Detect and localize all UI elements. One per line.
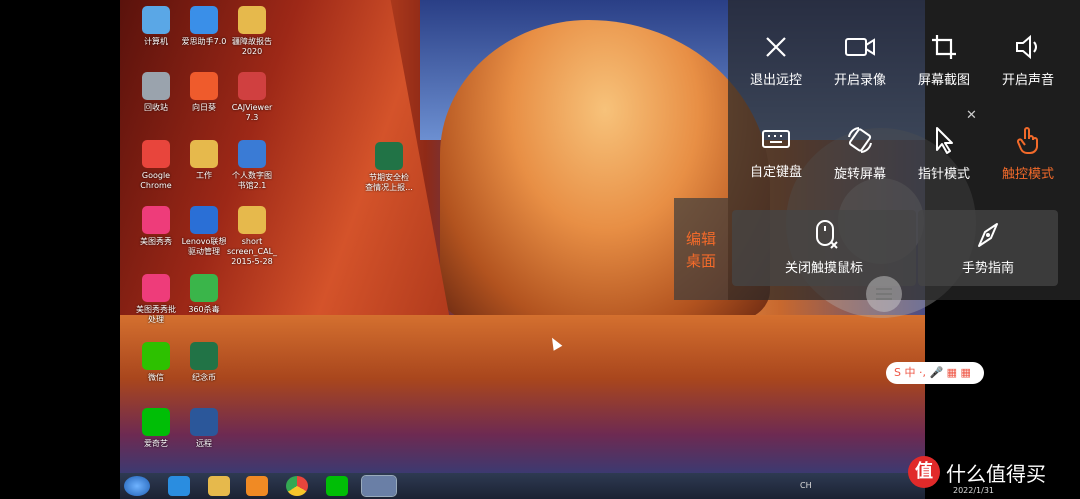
taskbar-explorer-icon[interactable]: [208, 476, 230, 496]
video-camera-icon: [845, 38, 875, 56]
desktop-icon[interactable]: 远程: [176, 408, 232, 449]
compass-icon: [978, 223, 998, 247]
app-icon: [190, 140, 218, 168]
desktop-icon-label: 360杀毒: [188, 305, 220, 314]
desktop-icon-label: Google Chrome: [140, 171, 172, 190]
app-icon: [238, 140, 266, 168]
taskbar: CH: [120, 473, 925, 499]
screenshot-button[interactable]: 屏幕截图: [904, 33, 984, 88]
crop-icon: [932, 35, 956, 59]
desktop-icon[interactable]: short screen_CAL_ 2015-5-28: [224, 206, 280, 267]
app-icon: [190, 274, 218, 302]
desktop-icon-label: 工作: [196, 171, 212, 180]
start-recording-button[interactable]: 开启录像: [820, 33, 900, 88]
smzdm-watermark: 值 什么值得买: [908, 456, 1046, 488]
sogou-ime-toolbar[interactable]: S 中 ·, 🎤 ▦ ▦: [886, 362, 984, 384]
speaker-icon: [1016, 34, 1037, 60]
app-icon: [142, 140, 170, 168]
app-icon: [190, 408, 218, 436]
menu-label: 触控模式: [1001, 167, 1054, 182]
keyboard-icon: [762, 130, 790, 148]
desktop-icon-label: 美图秀秀: [140, 237, 172, 246]
rotate-icon: [848, 127, 872, 153]
custom-keyboard-button[interactable]: 自定键盘: [736, 125, 816, 180]
desktop-file-xls[interactable]: 节期安全检 查情况上报...: [358, 142, 420, 193]
mouse-disabled-icon: [816, 220, 838, 249]
desktop-icon-label: Lenovo联想 驱动管理: [181, 237, 227, 256]
taskbar-remote-icon[interactable]: [361, 475, 397, 497]
gesture-guide-card[interactable]: 手势指南: [918, 210, 1058, 286]
app-icon: [142, 206, 170, 234]
desktop-icon-label: short screen_CAL_ 2015-5-28: [226, 237, 278, 266]
menu-label: 自定键盘: [749, 165, 802, 180]
touch-mode-button[interactable]: 触控模式: [988, 125, 1068, 182]
enable-sound-button[interactable]: 开启声音: [988, 33, 1068, 88]
wallpaper-reflection: [120, 315, 925, 475]
edit-desktop-label: 编辑 桌面: [685, 230, 716, 270]
smzdm-logo: 值: [908, 456, 940, 488]
desktop-icon-label: 纪念币: [192, 373, 216, 382]
disable-touch-mouse-card[interactable]: 关闭触摸鼠标: [732, 210, 916, 286]
desktop-icon-label: 向日葵: [192, 103, 216, 112]
start-button[interactable]: [124, 476, 150, 496]
taskbar-chrome-icon[interactable]: [286, 476, 308, 496]
desktop-icon-label: 爱奇艺: [144, 439, 168, 448]
app-icon: [238, 72, 266, 100]
pointer-mode-button[interactable]: 指针模式: [904, 125, 984, 182]
taskbar-date: 2022/1/31: [953, 486, 995, 495]
desktop-icon-label: 爱思助手7.0: [181, 37, 227, 46]
taskbar-media-icon[interactable]: [246, 476, 268, 496]
app-icon: [190, 6, 218, 34]
desktop-icon-label: CAJViewer 7.3: [231, 103, 273, 122]
desktop-icon[interactable]: CAJViewer 7.3: [224, 72, 280, 123]
app-icon: [238, 6, 266, 34]
desktop-icon-label: 美图秀秀批 处理: [136, 305, 176, 324]
card-label: 手势指南: [961, 261, 1014, 276]
menu-handle-icon[interactable]: [866, 276, 902, 312]
edit-desktop-button[interactable]: 编辑 桌面: [674, 198, 728, 300]
pointer-icon: [936, 127, 953, 154]
app-icon: [190, 72, 218, 100]
desktop-icon-label: 微信: [148, 373, 164, 382]
desktop-icon-label: 疆障故报告 2020: [232, 37, 272, 56]
app-icon: [142, 6, 170, 34]
desktop-icon-label: 回收站: [144, 103, 168, 112]
sogou-ime-text: S 中 ·, 🎤 ▦ ▦: [894, 366, 971, 379]
close-icon: [766, 37, 786, 57]
hand-tap-icon: [1016, 127, 1038, 155]
app-icon: [142, 274, 170, 302]
desktop-icon-label: 计算机: [144, 37, 168, 46]
app-icon: [142, 342, 170, 370]
excel-icon: [375, 142, 403, 170]
desktop-icon-label: 个人数字图 书馆2.1: [232, 171, 272, 190]
app-icon: [142, 72, 170, 100]
app-icon: [238, 206, 266, 234]
exit-remote-button[interactable]: 退出远控: [736, 33, 816, 88]
desktop-file-label: 节期安全检 查情况上报...: [365, 173, 413, 192]
tray-language[interactable]: CH: [800, 481, 812, 490]
desktop-icon[interactable]: 个人数字图 书馆2.1: [224, 140, 280, 191]
app-icon: [190, 206, 218, 234]
menu-label: 旋转屏幕: [833, 167, 886, 182]
menu-label: 开启声音: [1001, 73, 1054, 88]
desktop-icon[interactable]: 360杀毒: [176, 274, 232, 315]
app-icon: [190, 342, 218, 370]
menu-label: 指针模式: [917, 167, 970, 182]
menu-label: 开启录像: [833, 73, 886, 88]
desktop-icon-label: 远程: [196, 439, 212, 448]
card-label: 关闭触摸鼠标: [784, 261, 863, 276]
rotate-screen-button[interactable]: 旋转屏幕: [820, 125, 900, 182]
menu-label: 退出远控: [749, 73, 802, 88]
smzdm-text: 什么值得买: [946, 461, 1046, 486]
taskbar-ie-icon[interactable]: [168, 476, 190, 496]
dismiss-close-icon[interactable]: ✕: [966, 108, 977, 123]
desktop-icon[interactable]: 疆障故报告 2020: [224, 6, 280, 57]
desktop-icon[interactable]: 纪念币: [176, 342, 232, 383]
taskbar-iqiyi-icon[interactable]: [326, 476, 348, 496]
menu-label: 屏幕截图: [917, 73, 970, 88]
app-icon: [142, 408, 170, 436]
